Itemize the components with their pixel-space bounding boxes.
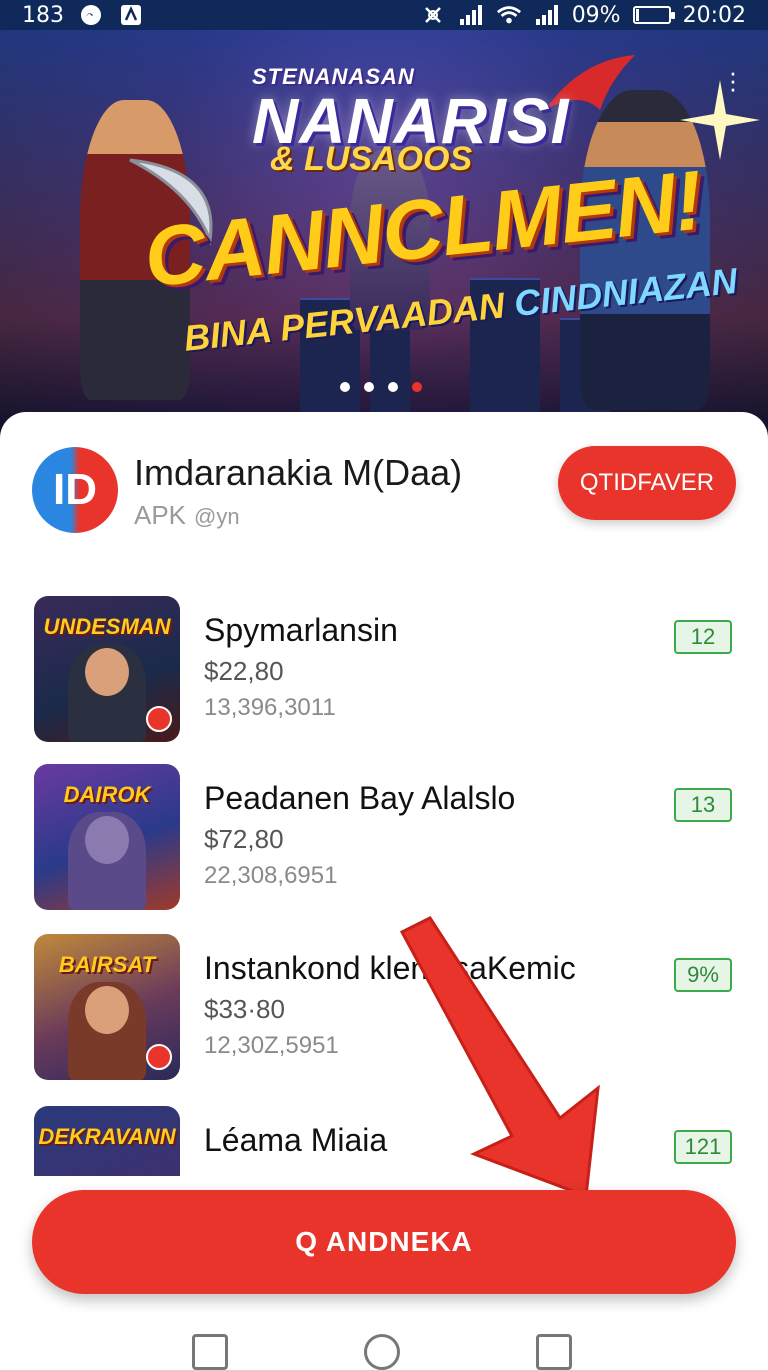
- thumbnail-title: UNDESMAN: [43, 614, 171, 639]
- signal-icon-2: [534, 4, 560, 26]
- back-icon[interactable]: [536, 1334, 572, 1370]
- status-left-text: 183: [22, 2, 64, 28]
- thumbnail-badge-icon: [146, 1044, 172, 1070]
- status-bar: 183 09% 20:02: [0, 0, 768, 30]
- home-icon[interactable]: [364, 1334, 400, 1370]
- primary-action-button[interactable]: Q ANDNEKA: [32, 1190, 736, 1294]
- item-thumbnail: UNDESMAN: [34, 596, 180, 742]
- thumbnail-title: BAIRSAT: [58, 952, 156, 977]
- wifi-icon: [496, 4, 522, 26]
- item-badge: 9%: [674, 958, 732, 992]
- app-logo: ID: [32, 447, 118, 533]
- item-title: Léama Miaia: [204, 1122, 388, 1158]
- app-handle: @yn: [194, 504, 240, 529]
- more-options-icon[interactable]: · · ·: [728, 59, 738, 101]
- item-price: $22,80: [204, 656, 284, 686]
- list-item[interactable]: DAIROK Peadanen Bay Alalslo $72,80 22,30…: [0, 764, 768, 914]
- banner-sparkle: [680, 80, 760, 160]
- list-item[interactable]: UNDESMAN Spymarlansin $22,80 13,396,3011…: [0, 596, 768, 746]
- carousel-dot[interactable]: [388, 382, 398, 392]
- item-badge: 13: [674, 788, 732, 822]
- battery-icon: [632, 6, 675, 24]
- item-title: Instankond klenalsaKemic: [204, 950, 576, 986]
- thumbnail-badge-icon: [146, 706, 172, 732]
- notification-icon: [118, 4, 144, 26]
- list-item[interactable]: DEKRAVANN Léama Miaia 121: [0, 1106, 768, 1176]
- item-count: 13,396,3011: [204, 694, 336, 721]
- clock: 20:02: [682, 2, 746, 28]
- messenger-icon: [78, 4, 104, 26]
- item-count: 22,308,6951: [204, 862, 338, 889]
- list-item[interactable]: BAIRSAT Instankond klenalsaKemic $33·80 …: [0, 934, 768, 1084]
- item-thumbnail: BAIRSAT: [34, 934, 180, 1080]
- app-name: Imdaranakia M(Daa): [134, 452, 463, 493]
- recents-icon[interactable]: [192, 1334, 228, 1370]
- system-nav-bar: [0, 1316, 768, 1370]
- thumbnail-face: [85, 648, 129, 696]
- thumbnail-title: DAIROK: [63, 782, 151, 807]
- carousel-indicator: [340, 382, 422, 392]
- thumbnail-face: [85, 816, 129, 864]
- item-thumbnail: DEKRAVANN: [34, 1106, 180, 1176]
- battery-percent: 09%: [571, 2, 621, 28]
- carousel-dot[interactable]: [412, 382, 422, 392]
- app-subtitle: APK @yn: [134, 500, 240, 531]
- app-type: APK: [134, 500, 187, 530]
- item-title: Peadanen Bay Alalslo: [204, 780, 516, 816]
- banner-line3: & LUSAOOS: [270, 140, 473, 178]
- item-price: $72,80: [204, 824, 284, 854]
- item-badge: 121: [674, 1130, 732, 1164]
- item-price: $33·80: [204, 994, 285, 1024]
- header-action-button[interactable]: QTIDFAVER: [558, 446, 736, 520]
- thumbnail-face: [85, 986, 129, 1034]
- item-count: 12,30Z,5951: [204, 1032, 339, 1059]
- promo-banner[interactable]: STENANASAN NANARISI & LUSAOOS CANNCLMEN!…: [0, 30, 768, 440]
- signal-icon: [458, 4, 484, 26]
- item-badge: 12: [674, 620, 732, 654]
- carousel-dot[interactable]: [364, 382, 374, 392]
- carousel-dot[interactable]: [340, 382, 350, 392]
- item-thumbnail: DAIROK: [34, 764, 180, 910]
- mute-icon: [420, 4, 446, 26]
- thumbnail-title: DEKRAVANN: [38, 1124, 176, 1149]
- item-title: Spymarlansin: [204, 612, 398, 648]
